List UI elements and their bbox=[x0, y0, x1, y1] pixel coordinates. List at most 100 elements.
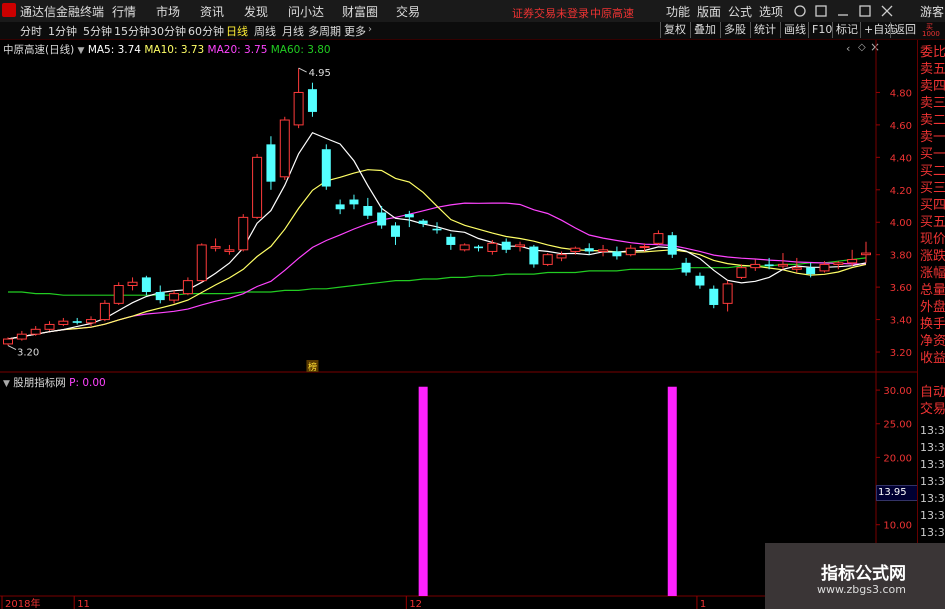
phone-icon[interactable] bbox=[794, 5, 806, 17]
kline-chart[interactable]: 4.80 4.60 4.40 4.20 4.00 3.80 3.60 3.40 3.20 30.… bbox=[0, 40, 917, 609]
candle-body bbox=[598, 249, 609, 252]
watermark: 指标公式网 www.zbgs3.com bbox=[765, 543, 945, 609]
menu-item-market-quotes[interactable]: 行情 bbox=[112, 3, 136, 20]
quote-panel: 买 1000 委比 卖五 卖四 卖三 卖二 卖一 买一 买二 买三 买四 买五 现价 涨跌 涨幅 总量 外盘换… bbox=[917, 23, 945, 609]
tick-time: 13:37 bbox=[920, 424, 945, 437]
candle-body bbox=[833, 262, 844, 265]
tool-overlay[interactable]: 叠加 bbox=[690, 22, 719, 38]
candle-body bbox=[722, 283, 733, 304]
price-tick-label: 4.00 bbox=[890, 218, 912, 229]
candle-body bbox=[252, 156, 263, 218]
menu-item-wealth[interactable]: 财富圈 bbox=[342, 3, 378, 20]
price-tick-label: 3.80 bbox=[890, 251, 912, 262]
candle-body bbox=[363, 206, 373, 216]
tick-time: 13:38 bbox=[920, 526, 945, 539]
candle-body bbox=[639, 246, 650, 249]
period-monthly[interactable]: 月线 bbox=[282, 23, 304, 39]
menu-item-function[interactable]: 功能 bbox=[666, 3, 690, 20]
price-badge: 13.95 bbox=[876, 485, 920, 501]
indicator-tick-label: 10.00 bbox=[883, 521, 912, 532]
candle-body bbox=[501, 241, 511, 250]
candle-body bbox=[16, 333, 27, 340]
tool-mark[interactable]: 标记 bbox=[832, 22, 861, 38]
candle-body bbox=[99, 302, 110, 321]
quote-panel-label: 卖二 bbox=[920, 113, 945, 128]
trade-login-status[interactable]: 证券交易未登录 bbox=[512, 5, 589, 21]
app-logo-icon bbox=[2, 3, 16, 17]
candle-body bbox=[446, 236, 456, 245]
candle-body bbox=[335, 204, 345, 210]
indicator-tick-label: 25.00 bbox=[883, 420, 912, 431]
price-tick-label: 3.40 bbox=[890, 316, 912, 327]
menu-item-discover[interactable]: 发现 bbox=[244, 3, 268, 20]
period-daily[interactable]: 日线 bbox=[226, 23, 248, 39]
candle-body bbox=[30, 328, 41, 335]
period-weekly[interactable]: 周线 bbox=[254, 23, 276, 39]
quote-panel-label: 净资 bbox=[920, 334, 945, 349]
menu-item-options[interactable]: 选项 bbox=[759, 3, 783, 20]
candle-body bbox=[861, 252, 871, 256]
candle-body bbox=[224, 249, 235, 252]
auto-trade-label[interactable]: 交易 bbox=[920, 403, 945, 416]
close-icon[interactable] bbox=[881, 5, 893, 17]
low-marker-line bbox=[7, 345, 17, 350]
tool-statistics[interactable]: 统计 bbox=[750, 22, 779, 38]
quote-panel-label: 换手 bbox=[920, 317, 945, 332]
tool-draw-line[interactable]: 画线 bbox=[780, 22, 809, 38]
high-marker-line bbox=[298, 67, 307, 73]
period-multi[interactable]: 多周期 bbox=[308, 23, 341, 39]
candle-body bbox=[695, 275, 705, 286]
quote-panel-label: 卖三 bbox=[920, 96, 945, 111]
period-60min[interactable]: 60分钟 bbox=[188, 23, 224, 39]
lot-label: 1000 bbox=[922, 30, 940, 38]
period-more[interactable]: 更多 bbox=[344, 23, 366, 39]
candle-body bbox=[764, 264, 774, 267]
more-chevron-icon[interactable]: › bbox=[368, 24, 372, 35]
watermark-url: www.zbgs3.com bbox=[817, 583, 906, 596]
candle-body bbox=[570, 247, 581, 252]
menu-item-news[interactable]: 资讯 bbox=[200, 3, 224, 20]
skin-icon[interactable] bbox=[815, 5, 827, 17]
date-label: 1 bbox=[700, 599, 706, 609]
ma5-line bbox=[7, 131, 867, 340]
period-intraday[interactable]: 分时 bbox=[20, 23, 42, 39]
candle-body bbox=[612, 251, 622, 257]
candle-body bbox=[127, 281, 138, 287]
maximize-icon[interactable] bbox=[859, 5, 871, 17]
candle-body bbox=[556, 254, 567, 259]
candle-body bbox=[349, 199, 359, 205]
tool-adjust-price[interactable]: 复权 bbox=[660, 22, 689, 38]
tool-back[interactable]: 返回 bbox=[890, 22, 919, 38]
candle-body bbox=[584, 248, 594, 252]
period-30min[interactable]: 30分钟 bbox=[150, 23, 186, 39]
candle-body bbox=[529, 246, 539, 265]
period-5min[interactable]: 5分钟 bbox=[83, 23, 112, 39]
period-15min[interactable]: 15分钟 bbox=[114, 23, 150, 39]
candle-body bbox=[210, 246, 221, 249]
menu-item-layout[interactable]: 版面 bbox=[697, 3, 721, 20]
menu-item-xiaoda[interactable]: 问小达 bbox=[288, 3, 324, 20]
indicator-tick-label: 20.00 bbox=[883, 453, 912, 464]
candle-body bbox=[44, 323, 55, 330]
price-tick-label: 4.60 bbox=[890, 121, 912, 132]
price-tick-label: 3.60 bbox=[890, 283, 912, 294]
quote-panel-label: 买五 bbox=[920, 215, 945, 230]
menu-item-formula[interactable]: 公式 bbox=[728, 3, 752, 20]
auto-trade-label[interactable]: 自动 bbox=[920, 386, 945, 399]
candle-body bbox=[307, 89, 317, 112]
candle-body bbox=[736, 267, 747, 278]
tool-multi-stock[interactable]: 多股 bbox=[720, 22, 749, 38]
date-label: 2018年 bbox=[5, 597, 40, 609]
menu-item-market[interactable]: 市场 bbox=[156, 3, 180, 20]
period-1min[interactable]: 1分钟 bbox=[48, 23, 77, 39]
candle-body bbox=[238, 216, 249, 251]
candle-body bbox=[777, 263, 788, 267]
price-tick-label: 4.80 bbox=[890, 88, 912, 99]
candle-body bbox=[72, 321, 82, 323]
guest-user[interactable]: 游客 bbox=[920, 3, 944, 20]
price-tick-label: 4.40 bbox=[890, 153, 912, 164]
candle-body bbox=[58, 320, 69, 325]
candle-body bbox=[791, 267, 802, 270]
candle-body bbox=[404, 214, 414, 218]
menu-item-trade[interactable]: 交易 bbox=[396, 3, 420, 20]
